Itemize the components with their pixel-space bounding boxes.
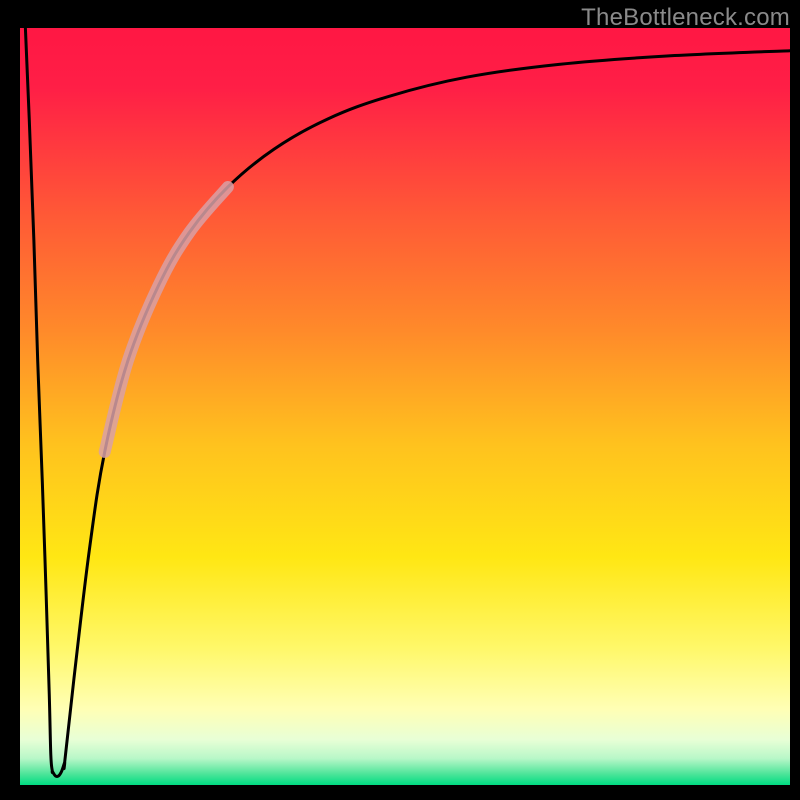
watermark-label: TheBottleneck.com [581, 4, 790, 32]
bottleneck-chart [0, 0, 800, 800]
chart-container: TheBottleneck.com [0, 0, 800, 800]
plot-background-gradient [20, 28, 790, 785]
